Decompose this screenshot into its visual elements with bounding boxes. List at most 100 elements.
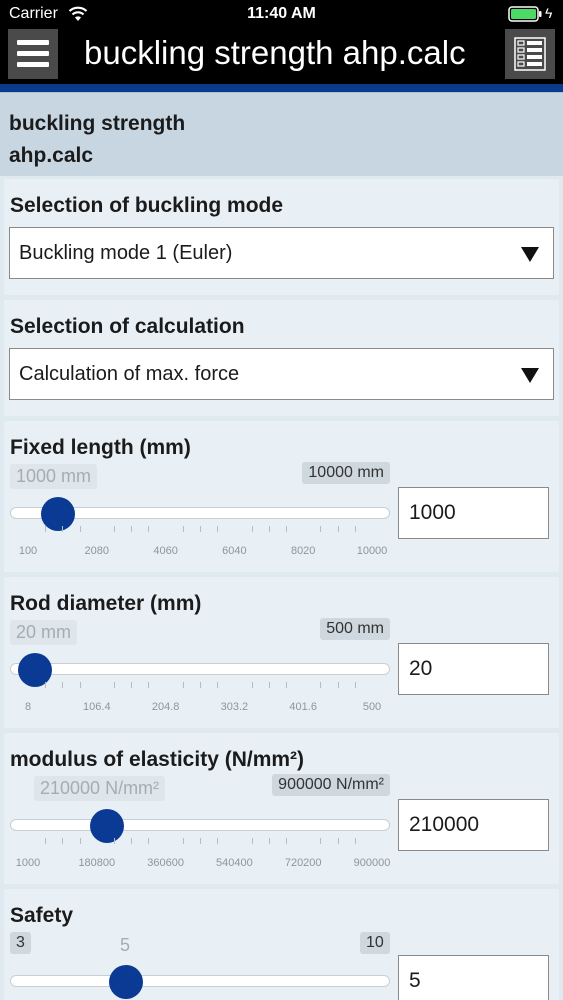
tick-mark bbox=[286, 838, 287, 844]
buckling-mode-card: Selection of buckling mode Buckling mode… bbox=[4, 179, 559, 295]
tick-label: 4060 bbox=[153, 545, 178, 557]
tick-mark bbox=[268, 838, 270, 844]
tick-mark bbox=[79, 838, 81, 844]
tick-mark bbox=[286, 682, 287, 688]
tick-label: 500 bbox=[362, 701, 382, 713]
overview-grid-button[interactable] bbox=[505, 29, 555, 79]
safety-card: Safety 3 5 10 5 bbox=[4, 889, 559, 1000]
tick-mark bbox=[114, 526, 115, 532]
tick-label: 401.6 bbox=[289, 701, 317, 713]
tick-mark bbox=[251, 838, 253, 844]
accent-bar bbox=[0, 84, 563, 92]
min-value-badge: 3 bbox=[10, 932, 31, 954]
tick-mark bbox=[148, 838, 150, 844]
tick-mark bbox=[251, 526, 253, 532]
current-value-badge: 5 bbox=[120, 935, 131, 955]
grid-layout-icon bbox=[514, 37, 546, 71]
page-title-line2: ahp.calc bbox=[9, 144, 94, 167]
tick-mark bbox=[45, 526, 47, 532]
tick-mark bbox=[131, 838, 133, 844]
page-header: buckling strength ahp.calc bbox=[0, 92, 563, 176]
safety-slider-track[interactable] bbox=[10, 975, 390, 987]
rod-diameter-input[interactable]: 20 bbox=[398, 643, 549, 695]
tick-label: 8 bbox=[24, 701, 32, 713]
tick-label: 1000 bbox=[15, 857, 41, 869]
page-title-line1: buckling strength bbox=[9, 112, 186, 135]
tick-mark bbox=[217, 526, 219, 532]
tick-label: 360600 bbox=[147, 857, 184, 869]
calculation-label: Selection of calculation bbox=[10, 315, 245, 338]
dropdown-arrow-icon bbox=[521, 368, 539, 383]
tick-label: 100 bbox=[18, 545, 38, 557]
tick-mark bbox=[45, 838, 47, 844]
menu-bar-icon bbox=[17, 62, 49, 67]
tick-mark bbox=[200, 526, 201, 532]
tick-mark bbox=[114, 682, 115, 688]
tick-label: 303.2 bbox=[220, 701, 249, 713]
tick-label: 6040 bbox=[222, 545, 247, 557]
tick-mark bbox=[354, 682, 356, 688]
hamburger-menu-button[interactable] bbox=[8, 29, 58, 79]
charging-icon: ϟ bbox=[545, 5, 553, 21]
fixed-length-card: Fixed length (mm) 1000 mm 10000 mm 100 20… bbox=[4, 421, 559, 572]
tick-mark bbox=[200, 682, 201, 688]
nav-title: buckling strength ahp.calc bbox=[84, 34, 466, 71]
tick-label: 10000 bbox=[356, 545, 388, 557]
tick-label: 204.8 bbox=[151, 701, 180, 713]
rod-diameter-card: Rod diameter (mm) 20 mm 500 mm 8 106.4 204… bbox=[4, 577, 559, 728]
tick-label: 540400 bbox=[216, 857, 253, 869]
tick-mark bbox=[182, 682, 184, 688]
tick-mark bbox=[320, 838, 322, 844]
menu-bar-icon bbox=[17, 40, 49, 45]
tick-mark bbox=[200, 838, 201, 844]
tick-mark bbox=[251, 682, 253, 688]
tick-mark bbox=[286, 526, 287, 532]
tick-mark bbox=[148, 526, 150, 532]
tick-mark bbox=[354, 526, 356, 532]
tick-mark bbox=[79, 526, 81, 532]
tick-label: 900000 bbox=[353, 857, 391, 869]
tick-mark bbox=[62, 526, 64, 532]
tick-label: 8020 bbox=[290, 545, 316, 557]
battery-icon bbox=[508, 6, 542, 22]
tick-mark bbox=[320, 682, 322, 688]
buckling-mode-select[interactable]: Buckling mode 1 (Euler) bbox=[9, 227, 554, 279]
tick-mark bbox=[337, 838, 339, 844]
fixed-length-input[interactable]: 1000 bbox=[398, 487, 549, 539]
tick-label: 180800 bbox=[78, 857, 116, 869]
tick-label: 106.4 bbox=[83, 701, 111, 713]
tick-mark bbox=[354, 838, 356, 844]
tick-mark bbox=[79, 682, 81, 688]
calculation-card: Selection of calculation Calculation of … bbox=[4, 300, 559, 416]
tick-mark bbox=[62, 682, 64, 688]
tick-mark bbox=[131, 682, 133, 688]
tick-mark bbox=[182, 526, 184, 532]
tick-label: 720200 bbox=[284, 857, 322, 869]
tick-mark bbox=[114, 838, 115, 844]
tick-mark bbox=[268, 682, 270, 688]
buckling-mode-value: Buckling mode 1 (Euler) bbox=[19, 242, 233, 264]
safety-label: Safety bbox=[10, 904, 74, 927]
max-value-badge: 10 bbox=[360, 932, 390, 954]
clock: 11:40 AM bbox=[247, 5, 316, 22]
page-title: buckling strength ahp.calc bbox=[9, 108, 185, 172]
modulus-input[interactable]: 210000 bbox=[398, 799, 549, 851]
tick-mark bbox=[320, 526, 322, 532]
tick-mark bbox=[268, 526, 270, 532]
navbar: buckling strength ahp.calc bbox=[0, 28, 563, 84]
menu-bar-icon bbox=[17, 51, 49, 56]
tick-mark bbox=[217, 838, 219, 844]
safety-slider-thumb[interactable] bbox=[108, 965, 143, 999]
dropdown-arrow-icon bbox=[521, 247, 539, 262]
tick-label: 2080 bbox=[84, 545, 110, 557]
safety-input[interactable]: 5 bbox=[398, 955, 549, 1000]
calculation-value: Calculation of max. force bbox=[19, 363, 240, 385]
tick-mark bbox=[148, 682, 150, 688]
tick-mark bbox=[182, 838, 184, 844]
tick-mark bbox=[131, 526, 133, 532]
tick-mark bbox=[217, 682, 219, 688]
calculation-select[interactable]: Calculation of max. force bbox=[9, 348, 554, 400]
modulus-card: modulus of elasticity (N/mm²) 210000 N/m… bbox=[4, 733, 559, 884]
status-bar: Carrier 11:40 AM ϟ bbox=[0, 0, 563, 28]
buckling-mode-label: Selection of buckling mode bbox=[10, 194, 284, 217]
